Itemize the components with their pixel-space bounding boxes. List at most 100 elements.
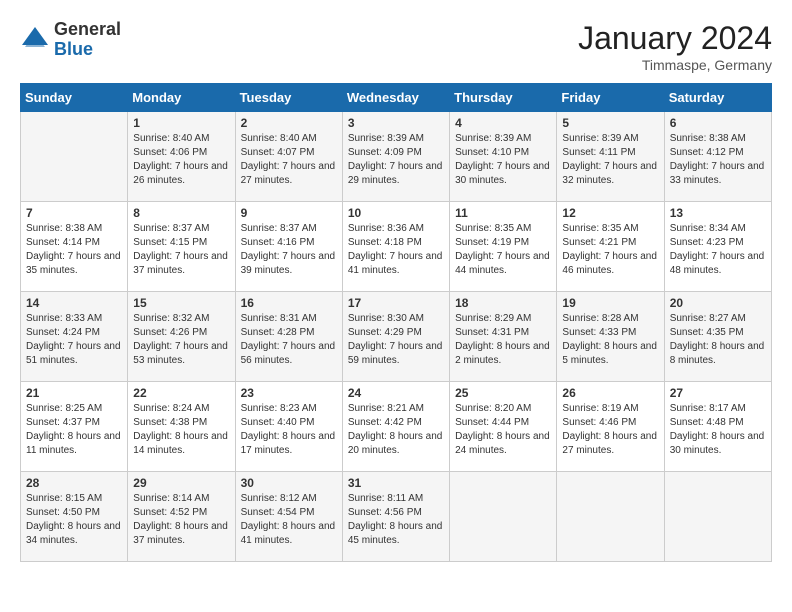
day-info: Sunrise: 8:38 AM Sunset: 4:14 PM Dayligh… <box>26 222 122 278</box>
calendar-cell: 13 Sunrise: 8:34 AM Sunset: 4:23 PM Dayli… <box>664 202 771 292</box>
day-info: Sunrise: 8:15 AM Sunset: 4:50 PM Dayligh… <box>26 492 122 548</box>
calendar-week-row: 7Sunrise: 8:38 AM Sunset: 4:14 PM Daylig… <box>21 202 772 292</box>
calendar-cell: 26 Sunrise: 8:19 AM Sunset: 4:46 PM Dayli… <box>557 382 664 472</box>
day-info: Sunrise: 8:35 AM Sunset: 4:19 PM Dayligh… <box>455 222 551 278</box>
day-number: 22 <box>133 386 229 400</box>
day-number: 25 <box>455 386 551 400</box>
calendar-cell: 11 Sunrise: 8:35 AM Sunset: 4:19 PM Dayli… <box>450 202 557 292</box>
day-number: 19 <box>562 296 658 310</box>
calendar-cell: 21 Sunrise: 8:25 AM Sunset: 4:37 PM Dayli… <box>21 382 128 472</box>
calendar-cell: 12 Sunrise: 8:35 AM Sunset: 4:21 PM Dayli… <box>557 202 664 292</box>
calendar-header-row: SundayMondayTuesdayWednesdayThursdayFrid… <box>21 84 772 112</box>
day-number: 17 <box>348 296 444 310</box>
day-info: Sunrise: 8:25 AM Sunset: 4:37 PM Dayligh… <box>26 402 122 458</box>
day-info: Sunrise: 8:37 AM Sunset: 4:16 PM Dayligh… <box>241 222 337 278</box>
day-info: Sunrise: 8:29 AM Sunset: 4:31 PM Dayligh… <box>455 312 551 368</box>
day-info: Sunrise: 8:27 AM Sunset: 4:35 PM Dayligh… <box>670 312 766 368</box>
day-number: 1 <box>133 116 229 130</box>
day-info: Sunrise: 8:39 AM Sunset: 4:11 PM Dayligh… <box>562 132 658 188</box>
day-number: 21 <box>26 386 122 400</box>
calendar-cell: 19 Sunrise: 8:28 AM Sunset: 4:33 PM Dayli… <box>557 292 664 382</box>
calendar-cell: 9Sunrise: 8:37 AM Sunset: 4:16 PM Daylig… <box>235 202 342 292</box>
month-title: January 2024 <box>578 20 772 57</box>
logo-general: General <box>54 20 121 40</box>
header-monday: Monday <box>128 84 235 112</box>
calendar-cell: 6 Sunrise: 8:38 AM Sunset: 4:12 PM Daylig… <box>664 112 771 202</box>
day-info: Sunrise: 8:39 AM Sunset: 4:10 PM Dayligh… <box>455 132 551 188</box>
day-number: 31 <box>348 476 444 490</box>
calendar-cell: 8Sunrise: 8:37 AM Sunset: 4:15 PM Daylig… <box>128 202 235 292</box>
calendar-cell: 29 Sunrise: 8:14 AM Sunset: 4:52 PM Dayli… <box>128 472 235 562</box>
header-sunday: Sunday <box>21 84 128 112</box>
day-info: Sunrise: 8:19 AM Sunset: 4:46 PM Dayligh… <box>562 402 658 458</box>
day-number: 27 <box>670 386 766 400</box>
day-number: 10 <box>348 206 444 220</box>
day-info: Sunrise: 8:28 AM Sunset: 4:33 PM Dayligh… <box>562 312 658 368</box>
calendar-week-row: 28Sunrise: 8:15 AM Sunset: 4:50 PM Dayli… <box>21 472 772 562</box>
calendar-cell: 16Sunrise: 8:31 AM Sunset: 4:28 PM Dayli… <box>235 292 342 382</box>
calendar-week-row: 14 Sunrise: 8:33 AM Sunset: 4:24 PM Dayli… <box>21 292 772 382</box>
day-number: 4 <box>455 116 551 130</box>
calendar-cell: 25Sunrise: 8:20 AM Sunset: 4:44 PM Dayli… <box>450 382 557 472</box>
day-info: Sunrise: 8:33 AM Sunset: 4:24 PM Dayligh… <box>26 312 122 368</box>
day-info: Sunrise: 8:39 AM Sunset: 4:09 PM Dayligh… <box>348 132 444 188</box>
calendar-cell: 28Sunrise: 8:15 AM Sunset: 4:50 PM Dayli… <box>21 472 128 562</box>
header-thursday: Thursday <box>450 84 557 112</box>
day-info: Sunrise: 8:24 AM Sunset: 4:38 PM Dayligh… <box>133 402 229 458</box>
day-info: Sunrise: 8:30 AM Sunset: 4:29 PM Dayligh… <box>348 312 444 368</box>
day-number: 14 <box>26 296 122 310</box>
calendar-cell: 1 Sunrise: 8:40 AM Sunset: 4:06 PM Daylig… <box>128 112 235 202</box>
calendar-cell: 24 Sunrise: 8:21 AM Sunset: 4:42 PM Dayli… <box>342 382 449 472</box>
calendar-cell: 17 Sunrise: 8:30 AM Sunset: 4:29 PM Dayli… <box>342 292 449 382</box>
calendar-cell <box>21 112 128 202</box>
day-info: Sunrise: 8:21 AM Sunset: 4:42 PM Dayligh… <box>348 402 444 458</box>
location: Timmaspe, Germany <box>578 57 772 73</box>
calendar-cell: 23 Sunrise: 8:23 AM Sunset: 4:40 PM Dayli… <box>235 382 342 472</box>
header-friday: Friday <box>557 84 664 112</box>
day-info: Sunrise: 8:35 AM Sunset: 4:21 PM Dayligh… <box>562 222 658 278</box>
calendar-cell <box>450 472 557 562</box>
logo-blue: Blue <box>54 40 121 60</box>
calendar-cell: 10 Sunrise: 8:36 AM Sunset: 4:18 PM Dayli… <box>342 202 449 292</box>
day-number: 26 <box>562 386 658 400</box>
day-info: Sunrise: 8:40 AM Sunset: 4:06 PM Dayligh… <box>133 132 229 188</box>
day-number: 6 <box>670 116 766 130</box>
day-number: 23 <box>241 386 337 400</box>
day-info: Sunrise: 8:40 AM Sunset: 4:07 PM Dayligh… <box>241 132 337 188</box>
day-number: 30 <box>241 476 337 490</box>
calendar-cell: 27Sunrise: 8:17 AM Sunset: 4:48 PM Dayli… <box>664 382 771 472</box>
header-tuesday: Tuesday <box>235 84 342 112</box>
day-info: Sunrise: 8:14 AM Sunset: 4:52 PM Dayligh… <box>133 492 229 548</box>
day-info: Sunrise: 8:36 AM Sunset: 4:18 PM Dayligh… <box>348 222 444 278</box>
page-header: General Blue January 2024 Timmaspe, Germ… <box>20 20 772 73</box>
day-info: Sunrise: 8:23 AM Sunset: 4:40 PM Dayligh… <box>241 402 337 458</box>
day-number: 13 <box>670 206 766 220</box>
day-number: 24 <box>348 386 444 400</box>
day-number: 3 <box>348 116 444 130</box>
day-info: Sunrise: 8:38 AM Sunset: 4:12 PM Dayligh… <box>670 132 766 188</box>
day-number: 15 <box>133 296 229 310</box>
calendar-cell: 15 Sunrise: 8:32 AM Sunset: 4:26 PM Dayli… <box>128 292 235 382</box>
calendar-cell: 31 Sunrise: 8:11 AM Sunset: 4:56 PM Dayli… <box>342 472 449 562</box>
day-info: Sunrise: 8:32 AM Sunset: 4:26 PM Dayligh… <box>133 312 229 368</box>
day-number: 5 <box>562 116 658 130</box>
day-number: 11 <box>455 206 551 220</box>
calendar-cell: 18 Sunrise: 8:29 AM Sunset: 4:31 PM Dayli… <box>450 292 557 382</box>
calendar-cell <box>557 472 664 562</box>
day-number: 29 <box>133 476 229 490</box>
header-saturday: Saturday <box>664 84 771 112</box>
day-info: Sunrise: 8:11 AM Sunset: 4:56 PM Dayligh… <box>348 492 444 548</box>
day-info: Sunrise: 8:34 AM Sunset: 4:23 PM Dayligh… <box>670 222 766 278</box>
day-number: 16 <box>241 296 337 310</box>
calendar-cell <box>664 472 771 562</box>
calendar-cell: 4 Sunrise: 8:39 AM Sunset: 4:10 PM Daylig… <box>450 112 557 202</box>
calendar-cell: 2Sunrise: 8:40 AM Sunset: 4:07 PM Daylig… <box>235 112 342 202</box>
title-block: January 2024 Timmaspe, Germany <box>578 20 772 73</box>
calendar-week-row: 1 Sunrise: 8:40 AM Sunset: 4:06 PM Daylig… <box>21 112 772 202</box>
calendar-table: SundayMondayTuesdayWednesdayThursdayFrid… <box>20 83 772 562</box>
day-info: Sunrise: 8:12 AM Sunset: 4:54 PM Dayligh… <box>241 492 337 548</box>
day-number: 18 <box>455 296 551 310</box>
calendar-cell: 22 Sunrise: 8:24 AM Sunset: 4:38 PM Dayli… <box>128 382 235 472</box>
day-number: 12 <box>562 206 658 220</box>
calendar-cell: 20Sunrise: 8:27 AM Sunset: 4:35 PM Dayli… <box>664 292 771 382</box>
